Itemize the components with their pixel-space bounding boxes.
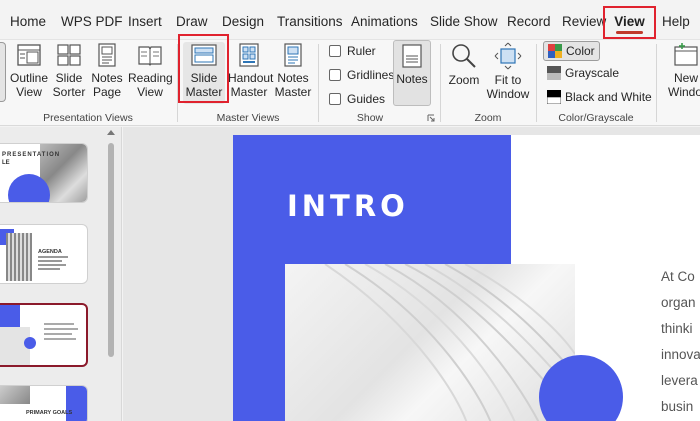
group-label-color-grayscale: Color/Grayscale — [558, 112, 634, 124]
thumb-text-line — [44, 338, 76, 340]
thumb-circle — [24, 337, 36, 349]
scroll-up-icon[interactable] — [107, 129, 115, 135]
notes-master-icon — [284, 43, 302, 67]
zoom-button[interactable]: Zoom — [447, 42, 481, 87]
slide-thumbnail-4[interactable]: PRIMARY GOALS — [0, 385, 88, 421]
fit-to-window-button[interactable]: Fit to Window — [486, 42, 530, 101]
group-label-zoom: Zoom — [474, 112, 502, 124]
thumb-subtitle: LE — [2, 160, 10, 166]
thumb-title: PRESENTATION — [2, 152, 61, 158]
current-slide[interactable]: INTRO At Co organ thinki innova levera b… — [233, 135, 700, 421]
checkbox-box[interactable] — [329, 45, 341, 57]
outline-view-icon — [17, 44, 41, 66]
notes-toggle-button[interactable]: Notes — [393, 40, 431, 106]
view-tab-highlight — [603, 6, 656, 39]
tab-slide-show[interactable]: Slide Show — [430, 0, 498, 40]
checkbox-box[interactable] — [329, 93, 341, 105]
slide-editing-area: INTRO At Co organ thinki innova levera b… — [123, 127, 700, 421]
slide-body-line[interactable]: innova — [661, 347, 700, 362]
slide-architecture-photo[interactable] — [285, 264, 575, 421]
tab-transitions[interactable]: Transitions — [277, 0, 343, 40]
checkbox-box[interactable] — [329, 69, 341, 81]
notes-icon — [402, 44, 422, 68]
tab-record[interactable]: Record — [507, 0, 551, 40]
tab-help[interactable]: Help — [662, 0, 690, 40]
photo-curves — [324, 264, 575, 421]
grayscale-swatch-icon — [547, 66, 561, 80]
thumb-photo — [0, 386, 30, 404]
thumb-text-line — [38, 260, 62, 262]
guides-checkbox[interactable]: Guides — [329, 92, 385, 106]
outline-view-button[interactable]: Outline View — [9, 42, 49, 99]
thumb-text-line — [38, 256, 68, 258]
tab-insert[interactable]: Insert — [128, 0, 162, 40]
group-label-presentation-views: Presentation Views — [43, 112, 133, 124]
reading-view-button[interactable]: Reading View — [128, 42, 173, 99]
tab-review[interactable]: Review — [562, 0, 606, 40]
slide-thumbnails-pane: PRESENTATION LE AGENDA PRIMARY GOALS — [0, 127, 122, 421]
black-white-swatch-icon — [546, 90, 562, 105]
slide-master-highlight — [178, 34, 229, 103]
thumb-text-line — [44, 328, 78, 330]
slide-sorter-button[interactable]: Slide Sorter — [51, 42, 87, 99]
slide-sorter-icon — [57, 44, 81, 66]
thumb-title: AGENDA — [38, 249, 62, 255]
tab-animations[interactable]: Animations — [351, 0, 418, 40]
thumb-text-line — [38, 264, 66, 266]
slide-body-line[interactable]: levera — [661, 373, 698, 388]
thumb-building — [6, 233, 32, 281]
black-and-white-button[interactable]: Black and White — [546, 90, 652, 105]
thumbnails-scrollbar[interactable] — [107, 130, 115, 417]
new-window-icon — [674, 43, 698, 66]
book-icon — [138, 46, 162, 66]
group-label-show: Show — [356, 112, 384, 124]
slide-body-line[interactable]: At Co — [661, 269, 695, 284]
menu-bar: Home WPS PDF Insert Draw Design Transiti… — [0, 0, 700, 40]
normal-view-button[interactable] — [0, 42, 6, 102]
ribbon-separator — [440, 44, 441, 122]
handout-master-icon — [239, 43, 259, 67]
ribbon-separator — [656, 44, 657, 122]
fit-to-window-icon — [494, 42, 522, 70]
slide-title[interactable]: INTRO — [287, 189, 409, 223]
color-button[interactable]: Color — [543, 41, 600, 61]
notes-page-icon — [98, 43, 116, 67]
ruler-checkbox[interactable]: Ruler — [329, 44, 376, 58]
ribbon-separator — [536, 44, 537, 122]
handout-master-button[interactable]: Handout Master — [228, 42, 273, 99]
slide-thumbnail-2[interactable]: AGENDA — [0, 224, 88, 284]
notes-master-button[interactable]: Notes Master — [274, 42, 312, 99]
slide-body-line[interactable]: thinki — [661, 321, 693, 336]
notes-page-button[interactable]: Notes Page — [90, 42, 124, 99]
tab-wps-pdf[interactable]: WPS PDF — [61, 0, 123, 40]
group-label-master-views: Master Views — [216, 112, 280, 124]
slide-body-line[interactable]: organ — [661, 295, 696, 310]
new-window-button[interactable]: New Windo — [668, 42, 700, 99]
color-swatch-icon — [548, 44, 562, 58]
gridlines-checkbox[interactable]: Gridlines — [329, 68, 394, 82]
magnifier-icon — [452, 44, 476, 68]
scrollbar-thumb[interactable] — [108, 143, 114, 357]
thumb-title: PRIMARY GOALS — [26, 410, 73, 416]
slide-thumbnail-3-selected[interactable] — [0, 303, 88, 367]
dialog-launcher-icon[interactable] — [427, 114, 435, 122]
slide-body-line[interactable]: busin — [661, 399, 693, 414]
slide-thumbnail-1[interactable]: PRESENTATION LE — [0, 143, 88, 203]
ribbon: Outline View Slide Sorter Notes Page Rea… — [0, 40, 700, 126]
tab-home[interactable]: Home — [10, 0, 46, 40]
grayscale-button[interactable]: Grayscale — [547, 66, 619, 80]
ribbon-separator — [318, 44, 319, 122]
thumb-text-line — [44, 323, 74, 325]
thumb-text-line — [44, 333, 72, 335]
thumb-text-line — [38, 268, 60, 270]
